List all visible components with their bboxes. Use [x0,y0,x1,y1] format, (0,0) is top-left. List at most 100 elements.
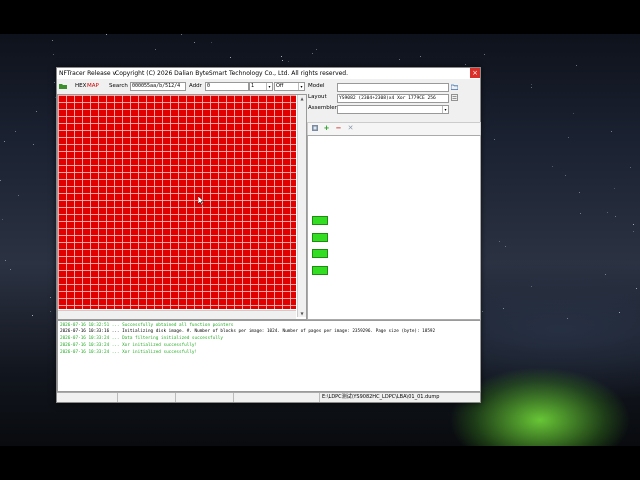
right-panel: Model Layout YS9082 (2304+2308)x4 Xor 17… [307,80,481,320]
star [50,311,51,312]
status-segment-3 [233,393,316,402]
star [54,82,55,83]
star [565,175,566,176]
star [53,54,54,55]
status-bar: E:\LDPC测试\YS9082HC_LDPC\LBA\01_01.dump [57,392,480,402]
star [155,49,156,50]
settings-icon[interactable] [310,124,319,133]
pipeline-item-2[interactable] [312,233,328,242]
map-vertical-scrollbar[interactable]: ▲ ▼ [297,95,306,317]
scroll-up-icon[interactable]: ▲ [298,95,306,102]
add-icon[interactable]: + [322,124,331,133]
pipeline-item-1[interactable] [312,216,328,225]
star [579,192,580,193]
window-copyright: Copyright (C) 2026 Dalian ByteSmart Tech… [115,70,349,77]
layout-list-icon[interactable] [451,94,458,101]
star [0,180,1,181]
block-map-grid[interactable] [58,95,296,309]
star [531,84,532,85]
nftracer-window: NFTracer Release v Copyright (C) 2026 Da… [56,67,481,403]
close-button[interactable]: × [470,68,480,78]
folder-icon[interactable] [450,83,459,90]
star [230,57,231,58]
assembler-select[interactable]: ▾ [337,105,449,114]
star [611,131,612,132]
star [288,61,289,62]
star [633,224,634,225]
star [615,216,616,217]
mode-select-value: Off [276,83,284,89]
star [4,141,5,142]
star [5,260,6,261]
chevron-down-icon: ▾ [266,83,272,90]
title-bar[interactable]: NFTracer Release v Copyright (C) 2026 Da… [57,68,480,79]
star [181,34,182,35]
star [312,53,313,54]
star [33,144,34,145]
search-label: Search [109,83,128,89]
hex-tab[interactable]: HEX [75,80,86,92]
star [282,60,283,61]
pipeline-toolbar: + − ✕ [307,122,481,136]
star [420,56,421,57]
open-folder-icon[interactable] [59,80,67,95]
star [576,65,577,66]
scroll-down-icon[interactable]: ▼ [298,310,306,317]
star [52,40,53,41]
log-panel[interactable]: 2026-07-16 10:32:51 ... Successfully obt… [57,320,481,392]
addr-input[interactable]: 0 [205,82,249,91]
star [194,42,195,43]
model-field[interactable] [337,83,449,92]
star [503,308,504,309]
star [567,318,568,319]
star [499,241,500,242]
count-select-value: 1 [251,83,255,89]
star [18,195,19,196]
star [636,288,637,289]
layout-field[interactable]: YS9082 (2304+2308)x4 Xor 1779CE 256 [337,94,449,103]
star [630,167,631,168]
star [505,246,506,247]
letterbox-top [0,0,640,34]
remove-icon[interactable]: − [334,124,343,133]
model-label: Model [308,83,325,89]
star [10,269,11,270]
star [573,113,574,114]
star [316,49,317,50]
window-title: NFTracer Release v [59,70,117,77]
main-toolbar: HEX MAP Search 000055aa/b/512/4 Addr 0 1… [57,80,305,92]
star [494,139,495,140]
pipeline-list[interactable] [307,135,481,320]
mode-select[interactable]: Off ▾ [274,82,305,91]
letterbox-bottom [0,446,640,480]
search-input[interactable]: 000055aa/b/512/4 [130,82,186,91]
status-file-path: E:\LDPC测试\YS9082HC_LDPC\LBA\01_01.dump [319,393,477,402]
chevron-down-icon: ▾ [442,106,448,113]
map-horizontal-scrollbar[interactable] [58,310,296,319]
star [605,274,606,275]
log-line-5: 2026-07-16 10:33:24 ... Xor initialized … [60,350,198,355]
star [484,54,485,55]
delete-icon[interactable]: ✕ [346,124,355,133]
pipeline-item-3[interactable] [312,249,328,258]
star [531,286,532,287]
map-tab[interactable]: MAP [87,80,99,92]
addr-label: Addr [189,83,202,89]
star [2,219,3,220]
chevron-down-icon: ▾ [298,83,304,90]
assembler-label: Assembler [308,105,337,111]
star [15,131,16,132]
mouse-cursor-icon [198,196,204,205]
status-segment-1 [117,393,175,402]
star [211,42,212,43]
layout-label: Layout [308,94,327,100]
pipeline-item-4[interactable] [312,266,328,275]
status-segment-2 [175,393,233,402]
star [36,111,37,112]
log-line-3: 2026-07-16 10:33:24 ... Data filtering i… [60,336,223,341]
star [465,64,466,65]
star [619,312,620,313]
count-select[interactable]: 1 ▾ [249,82,273,91]
block-map-view[interactable]: ▲ ▼ [57,94,307,320]
star [482,311,483,312]
